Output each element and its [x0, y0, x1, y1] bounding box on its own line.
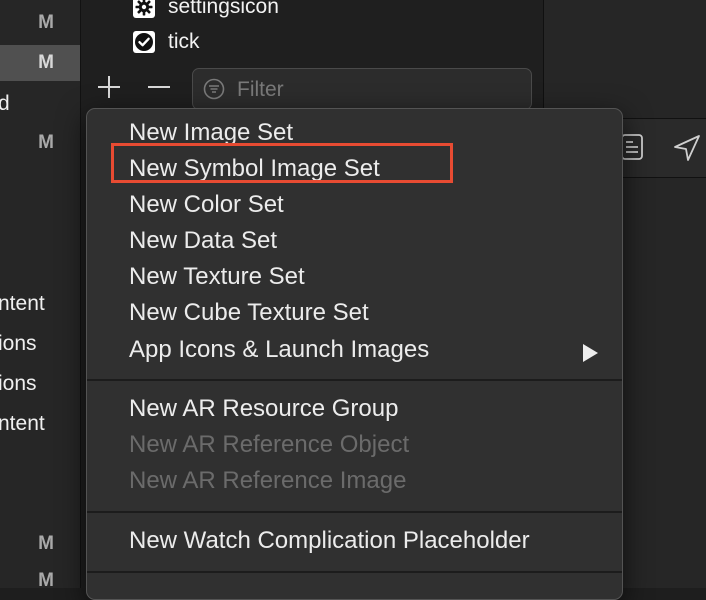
modified-badge: M [38, 12, 54, 33]
menu-separator [87, 511, 622, 513]
gear-icon [133, 0, 155, 18]
menu-item-new-ar-resource-group[interactable]: New AR Resource Group [129, 394, 398, 424]
navigator-row[interactable]: M [0, 526, 80, 562]
navigator-row-label: ions [0, 372, 37, 395]
menu-item-new-watch-complication-placeholder[interactable]: New Watch Complication Placeholder [129, 526, 530, 556]
asset-label: settingsicon [168, 0, 279, 18]
navigator-row-label: ntent [0, 412, 45, 435]
modified-badge: M [38, 52, 54, 73]
modified-badge: M [38, 570, 54, 588]
navigator-row[interactable]: M [0, 5, 80, 41]
navigator-row[interactable]: M [0, 125, 80, 161]
identity-card-icon[interactable] [620, 133, 644, 161]
navigator-row[interactable]: ntent [0, 406, 80, 442]
asset-row-settingsicon[interactable]: settingsicon [133, 0, 279, 22]
menu-separator [87, 571, 622, 573]
minus-icon[interactable] [144, 72, 174, 102]
menu-item-new-cube-texture-set[interactable]: New Cube Texture Set [129, 298, 369, 328]
navigator-row-label: d [0, 92, 10, 116]
filter-input[interactable]: Filter [192, 68, 532, 110]
navigator-row[interactable]: ions [0, 326, 80, 362]
menu-item-new-color-set[interactable]: New Color Set [129, 190, 284, 220]
menu-item-new-data-set[interactable]: New Data Set [129, 226, 277, 256]
asset-label: tick [168, 30, 200, 53]
navigator-row-selected[interactable]: M [0, 45, 80, 81]
plus-icon[interactable] [94, 72, 124, 102]
menu-item-new-ar-reference-image: New AR Reference Image [129, 467, 407, 494]
navigator-row[interactable]: ntent [0, 286, 80, 322]
location-arrow-icon[interactable] [672, 133, 702, 163]
navigator-row[interactable]: d [0, 85, 80, 121]
annotation-highlight-box [111, 143, 453, 183]
asset-row-tick[interactable]: tick [133, 27, 200, 57]
menu-separator [87, 379, 622, 381]
navigator-row-label: ntent [0, 292, 45, 315]
filter-icon [203, 78, 225, 100]
modified-badge: M [38, 132, 54, 153]
menu-item-app-icons-launch-images[interactable]: App Icons & Launch Images [129, 335, 429, 365]
submenu-arrow-icon [583, 344, 598, 362]
filter-placeholder: Filter [237, 78, 284, 101]
navigator-row[interactable]: ions [0, 366, 80, 402]
checkmark-circle-icon [133, 31, 155, 53]
menu-item-new-texture-set[interactable]: New Texture Set [129, 262, 305, 292]
navigator-row[interactable]: M [0, 563, 80, 588]
navigator-row-label: ions [0, 332, 37, 355]
menu-item-new-ar-reference-object: New AR Reference Object [129, 431, 410, 458]
modified-badge: M [38, 533, 54, 554]
project-navigator: M M d M ntent ions ions ntent M M [0, 0, 81, 588]
